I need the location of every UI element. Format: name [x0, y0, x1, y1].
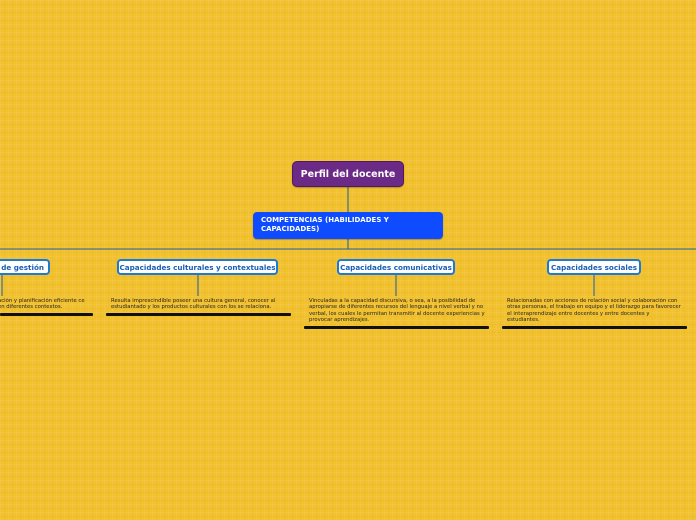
topic-capacidades-comunicativas[interactable]: Capacidades comunicativas — [337, 259, 455, 275]
description-comunicativas: Vinculadas a la capacidad discursiva, o … — [309, 298, 485, 323]
description-culturales: Resulta imprescindible poseer una cultur… — [111, 298, 276, 311]
description-underline — [304, 326, 489, 329]
topic-competencias[interactable]: COMPETENCIAS (HABILIDADES Y CAPACIDADES) — [253, 212, 443, 239]
description-underline — [0, 313, 93, 316]
root-topic-perfil-del-docente[interactable]: Perfil del docente — [292, 161, 404, 187]
topic-label: Capacidades sociales — [550, 262, 638, 272]
topic-capacidades-culturales[interactable]: Capacidades culturales y contextuales — [117, 259, 278, 275]
topic-competencias-label: COMPETENCIAS (HABILIDADES Y CAPACIDADES) — [261, 216, 389, 233]
description-gestion: ación y planificación eficiente ce en di… — [0, 298, 85, 311]
description-underline — [502, 326, 687, 329]
description-underline — [106, 313, 291, 316]
topic-capacidades-sociales[interactable]: Capacidades sociales — [547, 259, 641, 275]
topic-capacidades-de-gestion[interactable]: de gestión — [0, 259, 50, 275]
topic-label: Capacidades culturales y contextuales — [119, 262, 276, 272]
root-topic-label: Perfil del docente — [300, 168, 396, 180]
topic-label: de gestión — [1, 262, 44, 272]
description-sociales: Relacionadas con acciones de relación so… — [507, 298, 681, 323]
mind-map-canvas: Perfil del docente COMPETENCIAS (HABILID… — [0, 0, 696, 520]
topic-label: Capacidades comunicativas — [340, 262, 452, 272]
